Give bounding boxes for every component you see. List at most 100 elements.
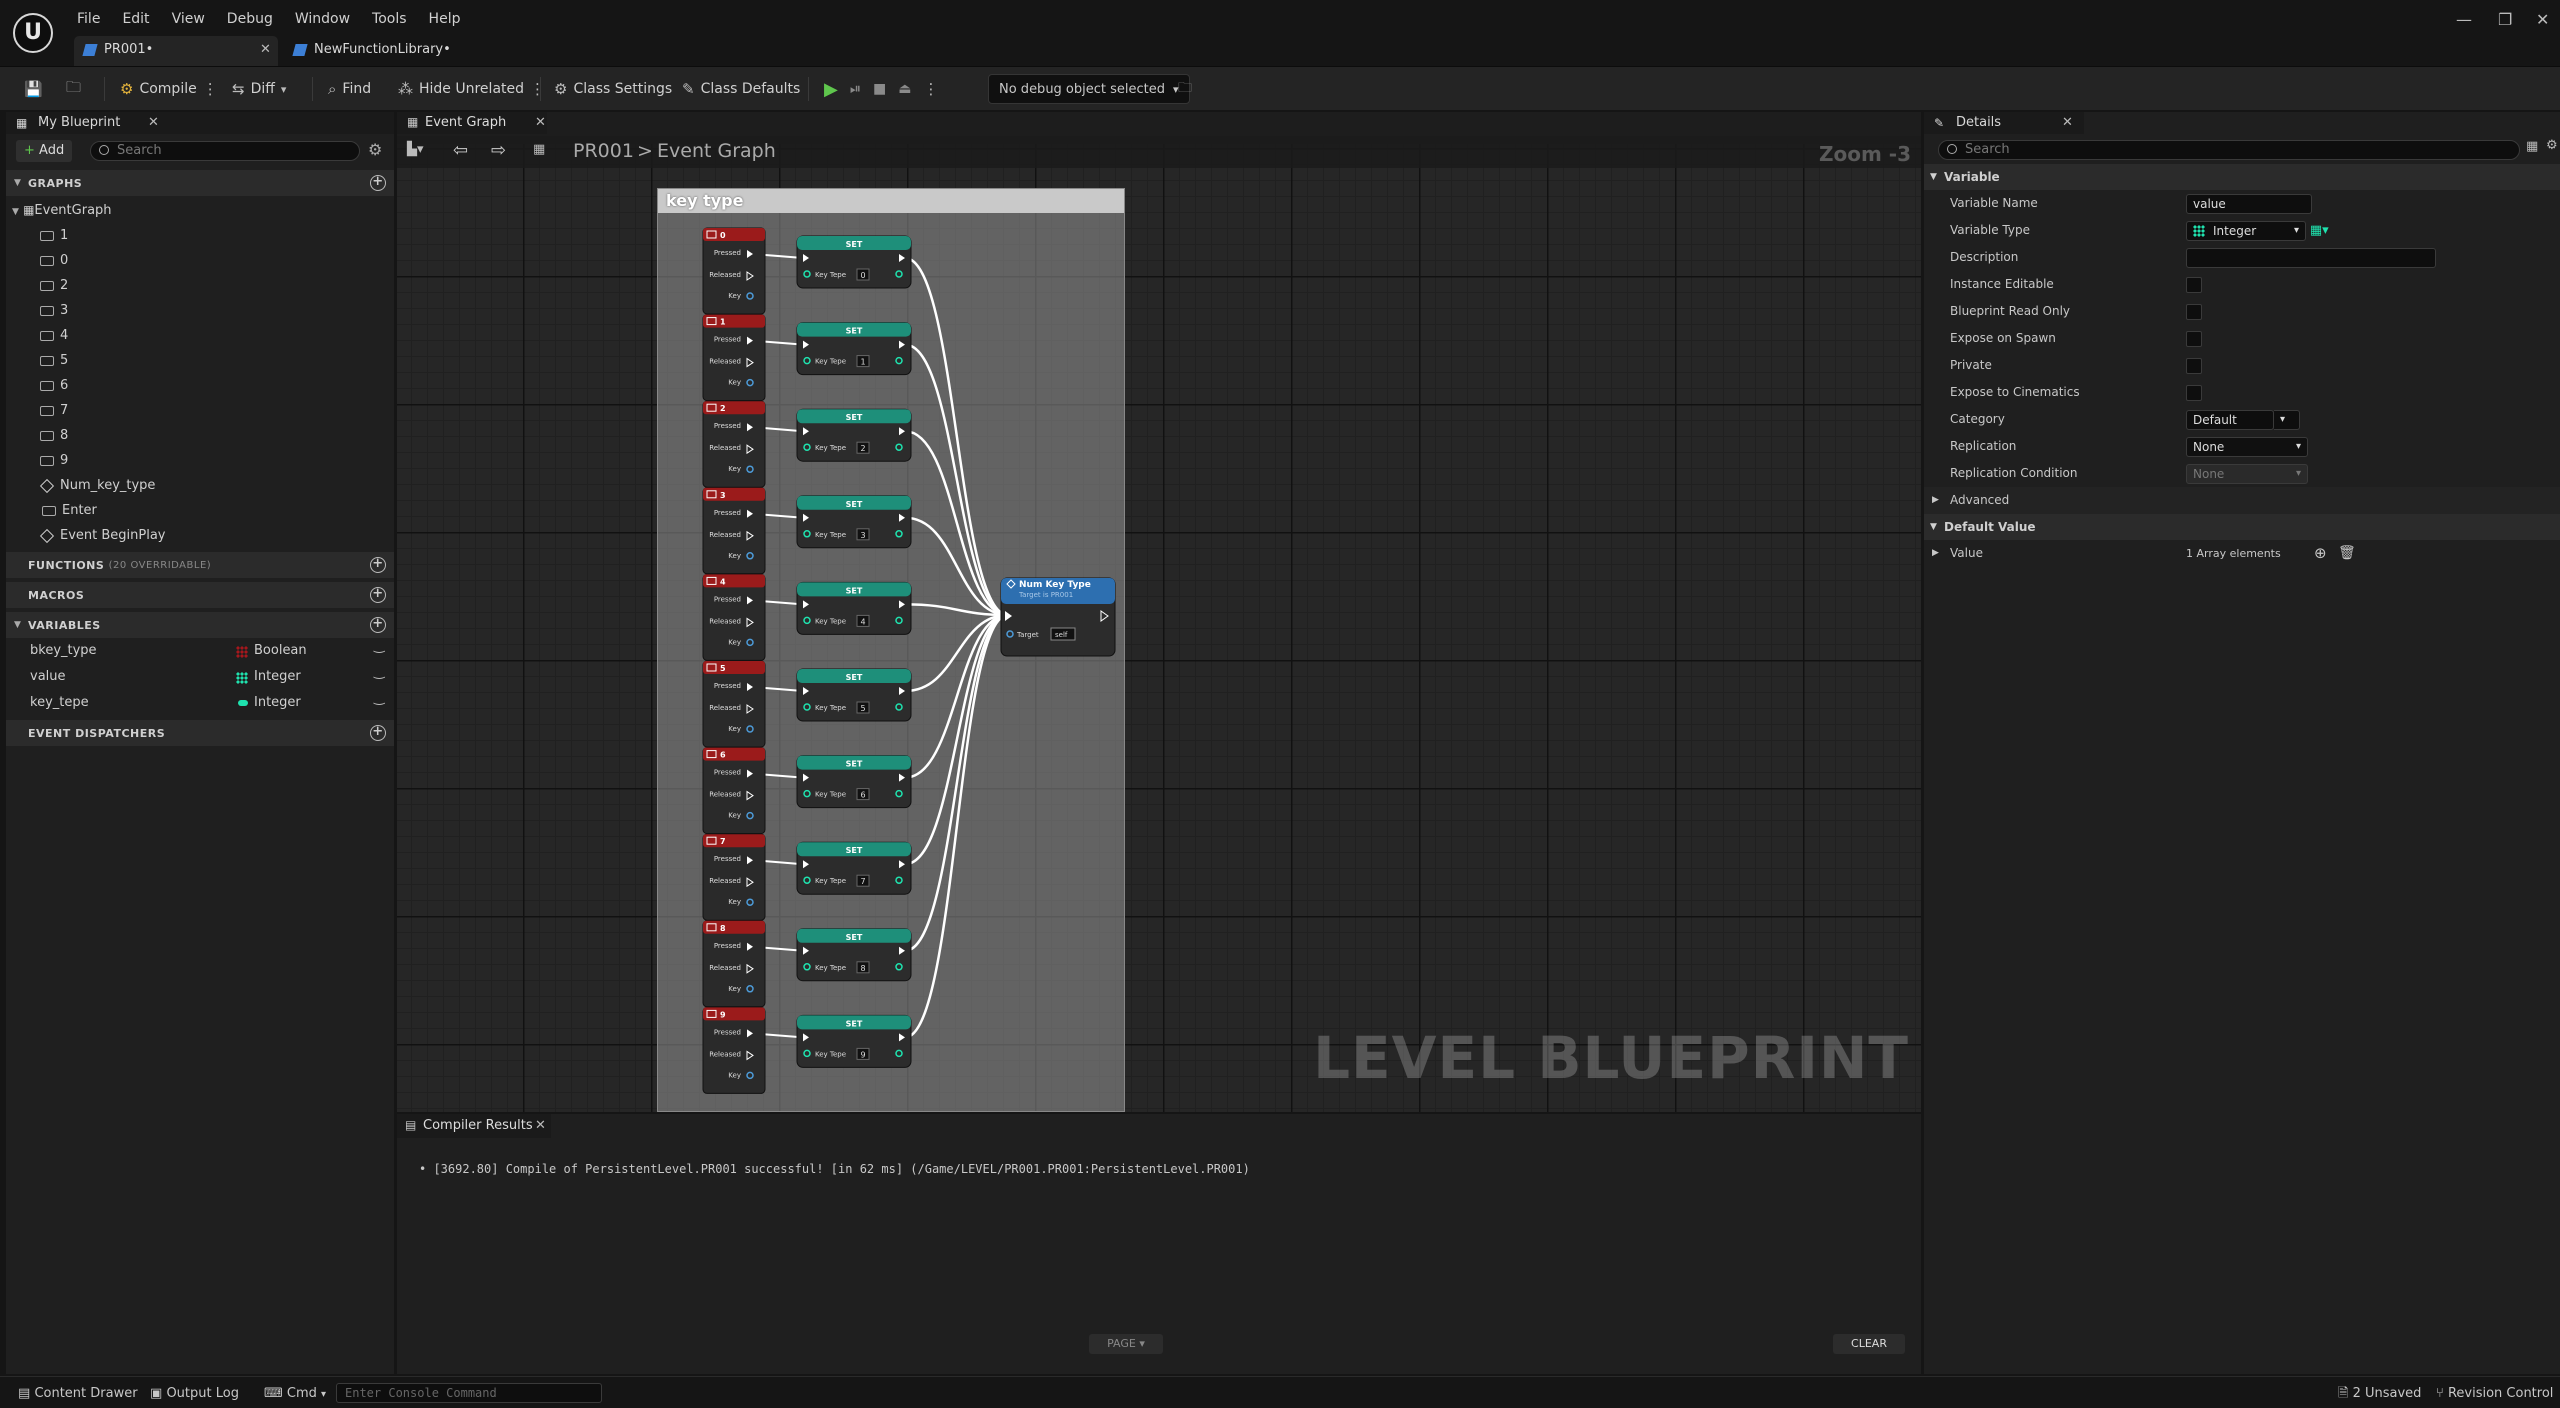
add-macro-icon[interactable]: + <box>370 587 386 603</box>
output-log-button[interactable]: ▣ Output Log <box>150 1383 239 1405</box>
tree-item-eventgraph[interactable]: ▼ ▦EventGraph <box>6 198 394 223</box>
variable-type-dropdown[interactable]: Integer ▾ ▦▾ <box>2186 217 2329 244</box>
menu-help[interactable]: Help <box>418 8 472 30</box>
key-event-node[interactable]: 1 Pressed Released Key <box>702 314 766 402</box>
variable-name-input[interactable]: value <box>2186 193 2312 214</box>
eye-icon[interactable]: ‿ <box>374 686 384 712</box>
expose-on-spawn-checkbox[interactable] <box>2186 330 2202 347</box>
doc-tab-pr001[interactable]: PR001• ✕ <box>74 36 278 66</box>
gear-icon[interactable]: ⚙ <box>2546 138 2558 153</box>
set-node[interactable]: SET Key Tepe 5 <box>796 668 912 722</box>
replication-dropdown[interactable]: None ▾ <box>2186 433 2308 460</box>
tree-item-key-4[interactable]: 4 <box>6 323 394 348</box>
menu-debug[interactable]: Debug <box>216 8 284 30</box>
tab-compiler-results[interactable]: ▤ Compiler Results ✕ <box>397 1114 551 1138</box>
add-function-icon[interactable]: + <box>370 557 386 573</box>
set-node[interactable]: SET Key Tepe 9 <box>796 1014 912 1068</box>
instance-editable-checkbox[interactable] <box>2186 276 2202 293</box>
tree-item-num-key-type[interactable]: Num_key_type <box>6 473 394 498</box>
menu-view[interactable]: View <box>161 8 216 30</box>
key-event-node[interactable]: 8 Pressed Released Key <box>702 920 766 1008</box>
add-dispatcher-icon[interactable]: + <box>370 725 386 741</box>
eject-icon[interactable]: ⏏ <box>898 81 911 97</box>
variable-row-value[interactable]: value Integer ‿ <box>6 664 394 690</box>
chevron-down-icon[interactable]: ▾ <box>2274 409 2300 430</box>
step-icon[interactable]: ⏯ <box>850 81 861 97</box>
stop-icon[interactable]: ■ <box>873 81 886 97</box>
key-event-node[interactable]: 2 Pressed Released Key <box>702 400 766 488</box>
menu-file[interactable]: File <box>66 8 111 30</box>
save-button[interactable]: 💾 <box>18 73 49 105</box>
class-settings-button[interactable]: ⚙ Class Settings <box>548 73 678 105</box>
play-icon[interactable]: ▶ <box>824 79 838 100</box>
class-defaults-button[interactable]: ✎ Class Defaults <box>676 73 806 105</box>
find-button[interactable]: ⌕ Find <box>322 73 377 105</box>
menu-tools[interactable]: Tools <box>361 8 418 30</box>
category-value[interactable]: Default <box>2186 409 2274 430</box>
clear-button[interactable]: CLEAR <box>1833 1334 1905 1354</box>
tree-item-key-8[interactable]: 8 <box>6 423 394 448</box>
variable-section-header[interactable]: ▼ Variable <box>1924 164 2560 190</box>
macros-section-header[interactable]: MACROS + <box>6 582 394 608</box>
table-view-icon[interactable]: ▦ <box>2526 139 2538 154</box>
add-variable-icon[interactable]: + <box>370 617 386 633</box>
browse-button[interactable]: 🗀 <box>60 73 87 105</box>
expose-to-cinematics-checkbox[interactable] <box>2186 384 2202 401</box>
key-event-node[interactable]: 6 Pressed Released Key <box>702 747 766 835</box>
tree-item-key-7[interactable]: 7 <box>6 398 394 423</box>
description-input[interactable] <box>2186 247 2436 268</box>
close-window-icon[interactable]: ✕ <box>2536 10 2549 29</box>
variable-row-key-tepe[interactable]: key_tepe Integer ‿ <box>6 690 394 716</box>
more-options-icon[interactable]: ⋮ <box>530 80 545 98</box>
blueprint-read-only-checkbox[interactable] <box>2186 303 2202 320</box>
key-event-node[interactable]: 7 Pressed Released Key <box>702 833 766 921</box>
key-event-node[interactable]: 5 Pressed Released Key <box>702 660 766 748</box>
num-key-type-function-node[interactable]: Num Key TypeTarget is PR001 Target self <box>1000 577 1116 657</box>
tree-item-key-5[interactable]: 5 <box>6 348 394 373</box>
debug-browse-button[interactable]: 🗀 <box>1172 73 1198 105</box>
more-options-icon[interactable]: ⋮ <box>203 80 218 98</box>
variable-row-bkey-type[interactable]: bkey_type Boolean ‿ <box>6 638 394 664</box>
key-event-node[interactable]: 3 Pressed Released Key <box>702 487 766 575</box>
page-dropdown[interactable]: PAGE ▾ <box>1089 1334 1163 1354</box>
private-checkbox[interactable] <box>2186 357 2202 374</box>
compile-button[interactable]: ⚙ Compile ⋮ <box>114 73 224 105</box>
hide-unrelated-button[interactable]: ⁂ Hide Unrelated ⋮ <box>392 73 551 105</box>
console-command-input[interactable]: Enter Console Command <box>336 1383 602 1403</box>
minimize-icon[interactable]: — <box>2456 10 2472 29</box>
close-icon[interactable]: ✕ <box>535 1118 546 1133</box>
variables-section-header[interactable]: ▼ VARIABLES + <box>6 612 394 638</box>
add-button[interactable]: + Add <box>16 140 73 162</box>
tree-item-key-2[interactable]: 2 <box>6 273 394 298</box>
tree-item-key-3[interactable]: 3 <box>6 298 394 323</box>
content-drawer-button[interactable]: ▤ Content Drawer <box>18 1383 138 1405</box>
menu-edit[interactable]: Edit <box>111 8 160 30</box>
close-icon[interactable]: ✕ <box>148 112 159 134</box>
close-icon[interactable]: ✕ <box>2062 112 2073 134</box>
set-node[interactable]: SET Key Tepe 6 <box>796 755 912 809</box>
more-options-icon[interactable]: ⋮ <box>924 80 939 98</box>
tree-item-event-beginplay[interactable]: Event BeginPlay <box>6 523 394 548</box>
category-combo[interactable]: Default ▾ <box>2186 406 2300 433</box>
tab-my-blueprint[interactable]: ▦ My Blueprint ✕ <box>6 112 394 134</box>
default-value-section-header[interactable]: ▼ Default Value <box>1924 514 2560 540</box>
cmd-dropdown[interactable]: ⌨ Cmd ▾ <box>264 1383 326 1405</box>
menu-window[interactable]: Window <box>284 8 361 30</box>
row-value[interactable]: ▶ Value 1 Array elements ⊕ 🗑 <box>1924 540 2560 567</box>
revision-control-button[interactable]: ⑂ Revision Control <box>2436 1383 2553 1405</box>
set-node[interactable]: SET Key Tepe 2 <box>796 408 912 462</box>
unsaved-button[interactable]: 🗎 2 Unsaved <box>2338 1383 2421 1405</box>
set-node[interactable]: SET Key Tepe 8 <box>796 928 912 982</box>
set-node[interactable]: SET Key Tepe 3 <box>796 495 912 549</box>
set-node[interactable]: SET Key Tepe 7 <box>796 841 912 895</box>
gear-icon[interactable]: ⚙ <box>368 140 382 159</box>
tree-item-enter[interactable]: Enter <box>6 498 394 523</box>
search-input[interactable]: Search <box>90 141 360 161</box>
functions-section-header[interactable]: FUNCTIONS (20 OVERRIDABLE) + <box>6 552 394 578</box>
set-node[interactable]: SET Key Tepe 1 <box>796 322 912 376</box>
key-event-node[interactable]: 9 Pressed Released Key <box>702 1006 766 1094</box>
set-node[interactable]: SET Key Tepe 4 <box>796 581 912 635</box>
tab-details[interactable]: ✎ Details ✕ <box>1924 112 2084 134</box>
container-type-icon[interactable]: ▦▾ <box>2310 223 2329 238</box>
debug-object-dropdown[interactable]: No debug object selected ▾ <box>988 74 1190 104</box>
